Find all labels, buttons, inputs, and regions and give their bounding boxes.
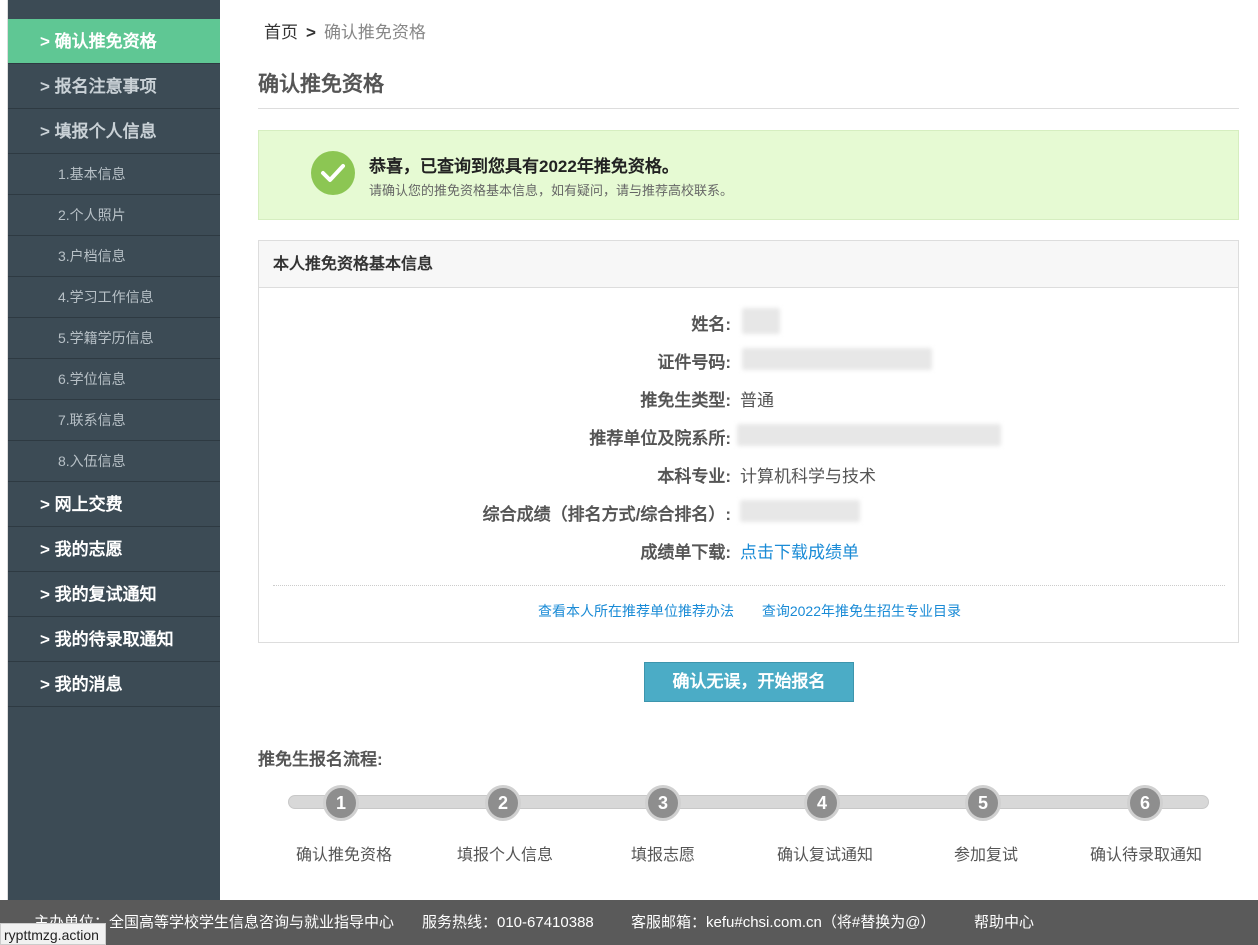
row-label: 姓名: [691,315,731,334]
sidebar-item-confirm-qualification[interactable]: > 确认推免资格 [8,19,220,64]
recommend-method-link[interactable]: 查看本人所在推荐单位推荐办法 [538,603,734,619]
row-score: 综合成绩（排名方式/综合排名）: [259,492,1240,530]
success-alert: 恭喜，已查询到您具有2022年推免资格。 请确认您的推免资格基本信息，如有疑问，… [258,130,1239,220]
sidebar: > 确认推免资格 > 报名注意事项 > 填报个人信息 1.基本信息 2.个人照片… [8,0,220,900]
sidebar-item-personal-info[interactable]: > 填报个人信息 [8,109,220,154]
step-label: 确认待录取通知 [1089,847,1203,864]
download-transcript-link[interactable]: 点击下载成绩单 [740,543,859,562]
qualification-panel: 本人推免资格基本信息 姓名: 证件号码: 推免生类型: 普通 推荐单位及院系所:… [258,240,1239,643]
row-label: 证件号码: [657,353,731,372]
page-title: 确认推免资格 [258,68,1239,109]
panel-links: 查看本人所在推荐单位推荐办法 查询2022年推免生招生专业目录 [259,601,1240,621]
sidebar-subitem-basic-info[interactable]: 1.基本信息 [8,154,220,195]
footer: 主办单位：全国高等学校学生信息咨询与就业指导中心 服务热线：010-674103… [0,900,1258,945]
row-label: 推荐单位及院系所: [589,429,731,448]
sidebar-item-messages[interactable]: > 我的消息 [8,662,220,707]
step-label: 确认推免资格 [295,847,393,864]
step-2-icon: 2 [485,785,521,821]
breadcrumb-home-link[interactable]: 首页 [264,23,298,42]
sidebar-subitem-contact[interactable]: 7.联系信息 [8,400,220,441]
redacted-id [742,348,932,370]
redacted-name [742,308,780,334]
redacted-unit [737,424,1001,446]
redacted-score [740,500,860,522]
sidebar-item-notes[interactable]: > 报名注意事项 [8,64,220,109]
breadcrumb-current: 确认推免资格 [323,23,426,42]
row-label: 成绩单下载: [640,543,731,562]
step-3-icon: 3 [645,785,681,821]
sidebar-subitem-education[interactable]: 5.学籍学历信息 [8,318,220,359]
check-icon [311,151,355,195]
confirm-start-button[interactable]: 确认无误，开始报名 [644,662,854,702]
step-6-icon: 6 [1127,785,1163,821]
panel-title: 本人推免资格基本信息 [259,241,1238,288]
major-catalog-link[interactable]: 查询2022年推免生招生专业目录 [762,603,961,619]
sidebar-top-gap [8,0,220,19]
sidebar-subitem-study-work[interactable]: 4.学习工作信息 [8,277,220,318]
step-label: 参加复试 [953,847,1019,864]
sidebar-item-retest-notice[interactable]: > 我的复试通知 [8,572,220,617]
footer-email: 客服邮箱：kefu#chsi.com.cn（将#替换为@） [631,914,936,931]
flow-track [288,795,1209,809]
success-title: 恭喜，已查询到您具有2022年推免资格。 [369,157,679,176]
sidebar-subitem-military[interactable]: 8.入伍信息 [8,441,220,482]
row-recommending-unit: 推荐单位及院系所: [259,416,1240,454]
sidebar-subitem-household[interactable]: 3.户档信息 [8,236,220,277]
step-label: 填报个人信息 [456,847,554,864]
row-label: 综合成绩（排名方式/综合排名）: [482,505,731,524]
status-bar-url: rypttmzg.action [0,923,106,945]
flow-title: 推免生报名流程: [258,750,383,769]
sidebar-subitem-photo[interactable]: 2.个人照片 [8,195,220,236]
row-value: 点击下载成绩单 [740,538,859,563]
sidebar-item-wishes[interactable]: > 我的志愿 [8,527,220,572]
row-id-number: 证件号码: [259,340,1240,378]
breadcrumb: 首页 > 确认推免资格 [264,18,426,43]
footer-help-link[interactable]: 帮助中心 [974,900,1034,945]
step-label: 确认复试通知 [776,847,874,864]
row-label: 本科专业: [657,467,731,486]
step-5-icon: 5 [965,785,1001,821]
row-type: 推免生类型: 普通 [259,378,1240,416]
sidebar-item-payment[interactable]: > 网上交费 [8,482,220,527]
sidebar-subitem-degree[interactable]: 6.学位信息 [8,359,220,400]
success-subtitle: 请确认您的推免资格基本信息，如有疑问，请与推荐高校联系。 [369,183,734,198]
row-major: 本科专业: 计算机科学与技术 [259,454,1240,492]
window-left-edge [0,0,8,900]
row-name: 姓名: [259,302,1240,340]
row-transcript: 成绩单下载: 点击下载成绩单 [259,530,1240,568]
row-value: 计算机科学与技术 [740,467,876,486]
step-1-icon: 1 [323,785,359,821]
row-label: 推免生类型: [640,391,731,410]
breadcrumb-separator: > [306,23,316,42]
row-value: 普通 [740,391,774,410]
panel-divider [273,585,1225,586]
sidebar-item-admission-notice[interactable]: > 我的待录取通知 [8,617,220,662]
footer-hotline: 服务热线：010-67410388 [422,914,594,931]
step-4-icon: 4 [804,785,840,821]
step-label: 填报志愿 [630,847,696,864]
